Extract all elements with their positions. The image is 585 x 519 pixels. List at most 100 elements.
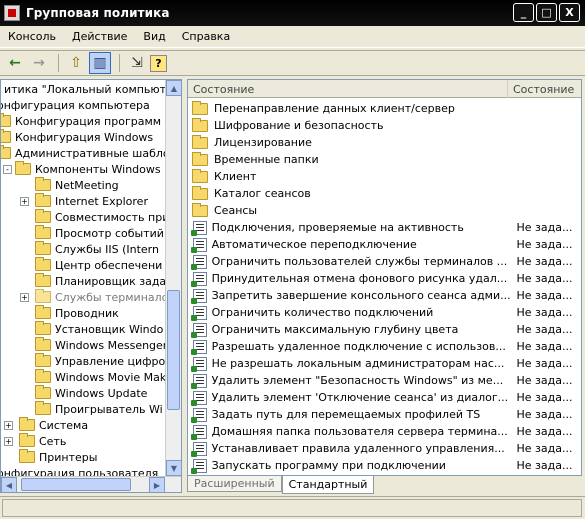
expand-icon[interactable]: +: [20, 196, 29, 206]
tree-item-admin-templates[interactable]: Административные шабло: [1, 145, 170, 161]
list-item-folder[interactable]: Шифрование и безопасность: [188, 117, 581, 134]
list-item-setting[interactable]: Подключения, проверяемые на активность Н…: [188, 219, 581, 236]
list-item-setting[interactable]: Запретить завершение консольного сеанса …: [188, 287, 581, 304]
scroll-up-icon[interactable]: ▲: [166, 80, 181, 96]
list-item-setting[interactable]: Удалить элемент 'Отключение сеанса' из д…: [188, 389, 581, 406]
item-name: Домашняя папка пользователя сервера терм…: [211, 425, 508, 438]
list-item-folder[interactable]: Клиент: [188, 168, 581, 185]
tree-item-task-scheduler[interactable]: Планировщик зада: [35, 273, 166, 289]
policy-setting-icon: [191, 424, 207, 440]
tree-item-movie-maker[interactable]: Windows Movie Mak: [35, 369, 166, 385]
item-name: Каталог сеансов: [214, 187, 311, 200]
tree-item-app-compat[interactable]: Совместимость при: [35, 209, 169, 225]
list-header: Состояние Состояние: [188, 80, 581, 98]
tree-item-event-viewer[interactable]: Просмотр событий: [35, 225, 164, 241]
console-tree[interactable]: итика "Локальный компьют онфигурация ком…: [0, 79, 182, 493]
menu-action[interactable]: Действие: [64, 30, 135, 43]
list-item-setting[interactable]: Ограничить максимальную глубину цвета Не…: [188, 321, 581, 338]
tree-item-network[interactable]: + Сеть: [4, 433, 66, 449]
folder-icon: [192, 151, 208, 166]
tree-item-computer-config[interactable]: онфигурация компьютера: [1, 97, 150, 113]
tree-item-windows-components[interactable]: - Компоненты Windows: [3, 161, 161, 177]
list-item-setting[interactable]: Ограничить пользователей службы терминал…: [188, 253, 581, 270]
policy-setting-icon: [191, 339, 207, 355]
list-item-setting[interactable]: Автоматическое переподключение Не зада..…: [188, 236, 581, 253]
item-name: Подключения, проверяемые на активность: [211, 221, 464, 234]
title-bar: Групповая политика _ □ X: [0, 0, 585, 26]
list-item-setting[interactable]: Принудительная отмена фонового рисунка у…: [188, 270, 581, 287]
list-item-folder[interactable]: Перенаправление данных клиент/сервер: [188, 100, 581, 117]
up-folder-icon[interactable]: ⇧: [65, 52, 87, 74]
tree-item-windows-installer[interactable]: Установщик Windo: [35, 321, 163, 337]
menu-console[interactable]: Консоль: [0, 30, 64, 43]
tree-item-drm[interactable]: Управление цифро: [35, 353, 165, 369]
scroll-right-icon[interactable]: ▶: [149, 477, 165, 492]
list-item-setting[interactable]: Удалить элемент "Безопасность Windows" и…: [188, 372, 581, 389]
tree-vertical-scrollbar[interactable]: ▲ ▼: [165, 80, 181, 476]
tree-item-windows-update[interactable]: Windows Update: [35, 385, 147, 401]
close-button[interactable]: X: [559, 3, 580, 22]
scroll-left-icon[interactable]: ◀: [1, 477, 17, 492]
list-item-setting[interactable]: Запускать программу при подключении Не з…: [188, 457, 581, 474]
tree-item-explorer[interactable]: Проводник: [35, 305, 119, 321]
back-icon[interactable]: ←: [4, 52, 26, 74]
tree-item-iis[interactable]: Службы IIS (Intern: [35, 241, 159, 257]
list-item-setting[interactable]: Не разрешать локальным администраторам н…: [188, 355, 581, 372]
tab-standard[interactable]: Стандартный: [281, 476, 375, 494]
tree-item-label: Установщик Windo: [55, 322, 164, 336]
item-state: Не зада...: [516, 323, 573, 336]
list-item-folder[interactable]: Временные папки: [188, 151, 581, 168]
show-hide-tree-icon[interactable]: ▥: [89, 52, 111, 74]
toolbar: ← → ⇧ ▥ ⇲ ?: [0, 50, 585, 76]
collapse-icon[interactable]: -: [3, 164, 12, 174]
list-item-folder[interactable]: Каталог сеансов: [188, 185, 581, 202]
scroll-thumb[interactable]: [167, 290, 180, 410]
tree-item-media-player[interactable]: Проигрыватель Wi: [35, 401, 163, 417]
expand-icon[interactable]: +: [4, 436, 13, 446]
tree-item-netmeeting[interactable]: NetMeeting: [35, 177, 119, 193]
tree-item-terminal-services[interactable]: + Службы терминало: [20, 289, 168, 305]
expand-icon[interactable]: +: [20, 292, 29, 302]
list-item-folder[interactable]: Лицензирование: [188, 134, 581, 151]
menu-view[interactable]: Вид: [135, 30, 173, 43]
group-policy-app-icon[interactable]: [4, 5, 20, 21]
item-name: Разрешать удаленное подключение с исполь…: [211, 340, 506, 353]
item-state: Не зада...: [516, 408, 573, 421]
maximize-button[interactable]: □: [536, 3, 557, 22]
minimize-button[interactable]: _: [513, 3, 534, 22]
folder-icon: [35, 241, 51, 255]
list-item-setting[interactable]: Устанавливает правила удаленного управле…: [188, 440, 581, 457]
tree-horizontal-scrollbar[interactable]: ◀ ▶: [1, 476, 181, 492]
tab-extended[interactable]: Расширенный: [187, 476, 282, 492]
tree-item-label: итика "Локальный компьют: [4, 82, 167, 96]
tree-item-system[interactable]: + Система: [4, 417, 88, 433]
tree-item-windows-settings[interactable]: Конфигурация Windows: [1, 129, 153, 145]
list-item-setting[interactable]: Разрешать удаленное подключение с исполь…: [188, 338, 581, 355]
export-list-icon[interactable]: ⇲: [126, 52, 148, 74]
folder-open-icon: [15, 161, 31, 175]
list-item-setting[interactable]: Домашняя папка пользователя сервера терм…: [188, 423, 581, 440]
scroll-thumb[interactable]: [21, 478, 131, 491]
menu-help[interactable]: Справка: [174, 30, 238, 43]
menu-bar: Консоль Действие Вид Справка: [0, 26, 585, 48]
tree-item-local-policy[interactable]: итика "Локальный компьют: [4, 81, 166, 97]
scroll-down-icon[interactable]: ▼: [166, 460, 181, 476]
item-state: Не зада...: [516, 340, 573, 353]
folder-open-icon: [1, 145, 11, 159]
tree-item-security-center[interactable]: Центр обеспечени: [35, 257, 162, 273]
column-header-name[interactable]: Состояние: [188, 80, 508, 98]
expand-icon[interactable]: +: [4, 420, 13, 430]
item-name: Сеансы: [214, 204, 258, 217]
folder-icon: [192, 202, 208, 217]
forward-icon[interactable]: →: [28, 52, 50, 74]
column-header-state[interactable]: Состояние: [508, 80, 581, 98]
tree-item-windows-messenger[interactable]: Windows Messenger: [35, 337, 167, 353]
list-item-setting[interactable]: Задать путь для перемещаемых профилей TS…: [188, 406, 581, 423]
list-item-setting[interactable]: Ограничить количество подключений Не зад…: [188, 304, 581, 321]
list-item-folder[interactable]: Сеансы: [188, 202, 581, 219]
tree-item-printers[interactable]: Принтеры: [19, 449, 97, 465]
tree-item-internet-explorer[interactable]: + Internet Explorer: [20, 193, 148, 209]
tree-item-software-settings[interactable]: Конфигурация программ: [1, 113, 161, 129]
help-icon[interactable]: ?: [150, 54, 167, 72]
details-list[interactable]: Состояние Состояние Перенаправление данн…: [187, 79, 582, 476]
